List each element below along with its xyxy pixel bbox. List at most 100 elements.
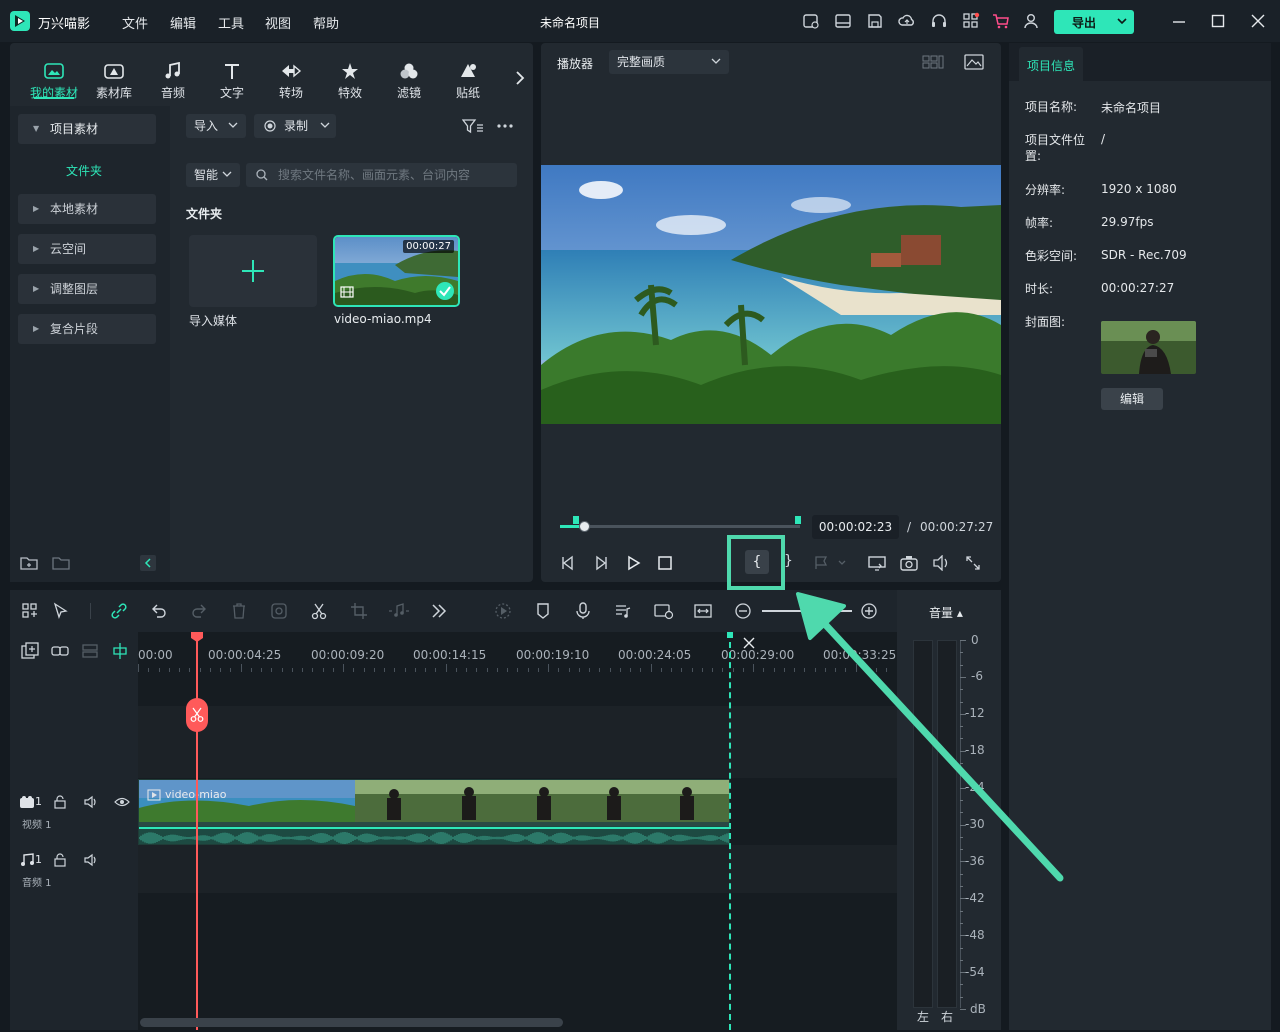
speaker-icon[interactable] <box>84 795 98 809</box>
render-preview-icon[interactable] <box>494 602 512 620</box>
scrubber-handle[interactable] <box>579 521 590 532</box>
menu-tools[interactable]: 工具 <box>218 13 244 32</box>
in-point-marker[interactable] <box>573 516 579 524</box>
current-time[interactable]: 00:00:02:23 <box>812 515 899 539</box>
tab-sticker[interactable]: 贴纸 <box>440 60 496 101</box>
user-icon[interactable] <box>1022 12 1040 30</box>
sidebar-folder[interactable]: 文件夹 <box>66 162 102 179</box>
menu-edit[interactable]: 编辑 <box>170 13 196 32</box>
export-dropdown-icon[interactable] <box>1116 15 1128 27</box>
tab-library[interactable]: 素材库 <box>86 60 142 101</box>
menu-view[interactable]: 视图 <box>265 13 291 32</box>
filter-sort-icon[interactable] <box>462 118 484 134</box>
close-icon[interactable] <box>1249 12 1267 30</box>
speaker-icon[interactable] <box>84 853 98 867</box>
previous-frame-icon[interactable] <box>560 555 576 571</box>
sidebar-item-cloud[interactable]: ▶ 云空间 <box>18 234 156 264</box>
search-mode-dropdown[interactable]: 智能 <box>186 163 240 187</box>
project-settings-icon[interactable] <box>802 12 820 30</box>
audio-edit-icon[interactable] <box>388 602 409 620</box>
edit-cover-button[interactable]: 编辑 <box>1101 388 1163 410</box>
tabs-next-icon[interactable] <box>514 70 526 86</box>
out-point-marker[interactable] <box>795 516 801 524</box>
crop-icon[interactable] <box>350 602 368 620</box>
more-options-icon[interactable] <box>496 118 514 134</box>
grid-view-icon[interactable] <box>922 54 944 70</box>
marker-icon[interactable] <box>534 602 552 620</box>
cart-icon[interactable] <box>992 12 1010 30</box>
plus-icon <box>241 259 265 283</box>
tab-transition[interactable]: 转场 <box>263 60 319 101</box>
mark-out-icon[interactable]: } <box>784 553 793 569</box>
preview-frame[interactable] <box>541 165 1001 424</box>
menu-file[interactable]: 文件 <box>122 13 148 32</box>
snap-icon[interactable] <box>111 642 129 660</box>
next-frame-icon[interactable] <box>593 555 609 571</box>
sidebar-item-local-media[interactable]: ▶ 本地素材 <box>18 194 156 224</box>
minimize-icon[interactable] <box>1170 12 1188 30</box>
video-clip[interactable]: video-miao <box>138 779 730 845</box>
headset-icon[interactable] <box>930 12 948 30</box>
audio-mixer-icon[interactable] <box>614 602 632 620</box>
import-media-tile[interactable] <box>189 235 317 307</box>
preview-quality-icon[interactable] <box>654 602 674 620</box>
microphone-icon[interactable] <box>574 602 592 620</box>
eye-icon[interactable] <box>114 795 130 809</box>
camera-icon[interactable] <box>900 555 918 571</box>
split-at-playhead-button[interactable] <box>186 698 208 732</box>
cloud-upload-icon[interactable] <box>898 12 916 30</box>
import-dropdown[interactable]: 导入 <box>186 114 246 138</box>
tab-text[interactable]: 文字 <box>204 60 260 101</box>
pointer-icon[interactable] <box>52 602 70 620</box>
zoom-out-icon[interactable] <box>734 602 752 620</box>
quality-dropdown[interactable]: 完整画质 <box>609 50 729 74</box>
link-track-icon[interactable] <box>51 642 69 660</box>
tab-project-info[interactable]: 项目信息 <box>1019 47 1083 81</box>
link-icon[interactable] <box>110 602 128 620</box>
multi-select-icon[interactable] <box>21 602 39 620</box>
fit-timeline-icon[interactable] <box>694 602 712 620</box>
sidebar-item-compound-clip[interactable]: ▶ 复合片段 <box>18 314 156 344</box>
save-icon[interactable] <box>866 12 884 30</box>
lock-icon[interactable] <box>53 795 67 809</box>
fullscreen-icon[interactable] <box>965 555 981 571</box>
timeline-scrollbar[interactable] <box>140 1018 563 1027</box>
redo-icon[interactable] <box>190 602 208 620</box>
more-tools-icon[interactable] <box>430 602 448 620</box>
search-box[interactable]: 搜索文件名称、画面元素、台词内容 <box>246 163 517 187</box>
new-folder-icon[interactable] <box>20 555 38 571</box>
lock-icon[interactable] <box>53 853 67 867</box>
maximize-icon[interactable] <box>1209 12 1227 30</box>
clip-thumbnail[interactable]: 00:00:27 <box>333 235 460 307</box>
snapshot-image-icon[interactable] <box>964 54 984 70</box>
track-manager-icon[interactable] <box>81 642 99 660</box>
chevron-down-icon <box>222 169 232 179</box>
export-button[interactable]: 导出 <box>1054 10 1134 34</box>
record-dropdown[interactable]: 录制 <box>254 114 336 138</box>
close-end-marker-icon[interactable] <box>742 636 756 650</box>
layout-icon[interactable] <box>834 12 852 30</box>
collapse-sidebar-icon[interactable] <box>140 555 156 571</box>
tab-my-media[interactable]: 我的素材 <box>26 60 82 101</box>
ai-cutout-icon[interactable] <box>270 602 288 620</box>
tab-effects[interactable]: 特效 <box>322 60 378 101</box>
mark-in-button[interactable]: { <box>745 550 769 574</box>
sidebar-project-media[interactable]: ▼ 项目素材 <box>18 114 156 144</box>
undo-icon[interactable] <box>150 602 168 620</box>
stop-icon[interactable] <box>657 555 673 571</box>
search-input[interactable]: 搜索文件名称、画面元素、台词内容 <box>278 168 470 182</box>
tab-audio[interactable]: 音频 <box>145 60 201 101</box>
volume-icon[interactable] <box>932 555 950 571</box>
scrubber-track[interactable] <box>560 525 800 528</box>
marker-flag-icon[interactable] <box>813 555 847 571</box>
menu-help[interactable]: 帮助 <box>313 13 339 32</box>
folder-icon[interactable] <box>52 555 70 571</box>
scissors-icon[interactable] <box>310 602 328 620</box>
tab-filter[interactable]: 滤镜 <box>381 60 437 101</box>
add-track-icon[interactable] <box>21 642 39 660</box>
display-output-icon[interactable] <box>868 555 886 571</box>
sidebar-item-adjustment-layer[interactable]: ▶ 调整图层 <box>18 274 156 304</box>
apps-grid-icon[interactable] <box>962 12 980 30</box>
delete-icon[interactable] <box>230 602 248 620</box>
play-icon[interactable] <box>626 555 642 571</box>
